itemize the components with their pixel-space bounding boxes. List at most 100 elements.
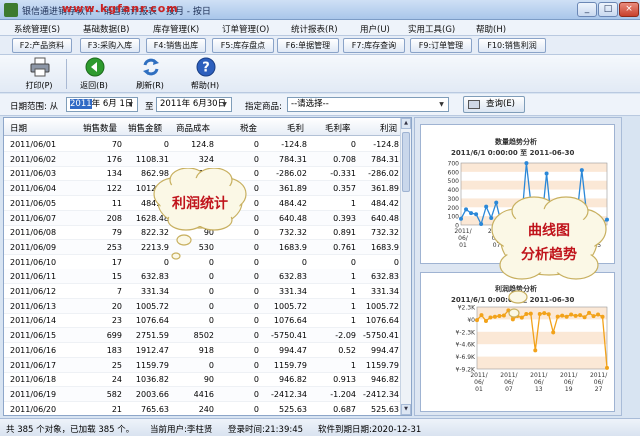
back-button[interactable]: 返回(B) [74, 56, 114, 92]
table-cell: 361.89 [279, 184, 307, 194]
x-tick-label: 2011/06/01 [454, 228, 472, 249]
col-sales-amount[interactable]: 销售金额 [128, 122, 162, 134]
product-select-value: --请选择-- [291, 99, 329, 109]
table-cell: 0 [253, 184, 259, 194]
data-point [474, 212, 479, 217]
chevron-down-icon[interactable]: ▼ [125, 99, 136, 110]
y-tick-label: 700 [448, 161, 460, 168]
fkey-documents[interactable]: F6:单据管理 [277, 38, 339, 53]
col-gross-profit[interactable]: 毛利 [287, 122, 304, 134]
table-cell: 2011/06/15 [10, 331, 57, 341]
table-cell: 1 [350, 272, 356, 282]
table-cell: 784.31 [279, 154, 307, 164]
menu-orders[interactable]: 订单管理(O) [222, 23, 269, 35]
chevron-down-icon[interactable]: ▼ [219, 99, 230, 110]
print-button[interactable]: 打印(P) [19, 56, 59, 92]
refresh-button[interactable]: 刷新(R) [130, 56, 170, 92]
menu-basic-data[interactable]: 基础数据(B) [83, 23, 129, 35]
table-cell: 784.31 [371, 154, 399, 164]
fkey-sales-profit[interactable]: F10:销售利润 [478, 38, 546, 53]
table-row[interactable]: 2011/06/12 7 331.34 0 0 331.34 1 331.34 [4, 284, 401, 299]
toolbar-separator [66, 59, 67, 89]
table-cell: 25 [111, 360, 122, 370]
table-row[interactable]: 2011/06/18 24 1036.82 90 0 946.82 0.913 946.82 [4, 372, 401, 388]
col-profit[interactable]: 利润 [380, 122, 397, 134]
col-sales-qty[interactable]: 销售数量 [83, 122, 117, 134]
scroll-down-icon[interactable]: ▼ [401, 404, 411, 415]
table-row[interactable]: 2011/06/19 582 2003.66 4416 0 -2412.34 -1.204-… [4, 386, 401, 402]
query-label: 查询(E) [486, 99, 516, 109]
table-row[interactable]: 2011/06/13 20 1005.72 0 0 1005.72 1 1005.72 [4, 298, 401, 314]
table-row[interactable]: 2011/06/11 15 632.83 0 0 632.83 1 632.83 [4, 269, 401, 285]
table-cell: 2011/06/03 [10, 169, 57, 179]
refresh-icon [143, 58, 159, 76]
close-button[interactable]: × [619, 2, 639, 17]
scroll-thumb[interactable] [402, 132, 410, 192]
menu-users[interactable]: 用户(U) [360, 23, 390, 35]
menu-inventory[interactable]: 库存管理(K) [153, 23, 199, 35]
table-cell: 946.82 [279, 375, 307, 385]
status-login-time: 登录时间:21:39:45 [228, 425, 304, 435]
query-icon [468, 100, 480, 109]
fkey-products[interactable]: F2:产品资料 [12, 38, 72, 53]
table-cell: 240 [198, 404, 214, 414]
help-button[interactable]: ? 帮助(H) [185, 56, 225, 92]
menu-help[interactable]: 帮助(H) [476, 23, 506, 35]
date-to-picker[interactable]: 2011年 6月30日 ▼ [156, 97, 232, 112]
table-cell: 1 [350, 360, 356, 370]
table-cell: 1683.9 [371, 242, 399, 252]
table-cell: 0 [253, 404, 259, 414]
table-cell: 0.708 [333, 154, 356, 164]
scroll-up-icon[interactable]: ▲ [401, 118, 411, 129]
product-select[interactable]: --请选择-- ▼ [287, 97, 449, 112]
table-cell: 253 [106, 242, 122, 252]
fkey-stock-query[interactable]: F7:库存查询 [343, 38, 405, 53]
col-cost[interactable]: 商品成本 [176, 122, 210, 134]
table-cell: 2011/06/20 [10, 404, 57, 414]
table-cell: 0 [253, 169, 259, 179]
table-cell: 632.83 [141, 272, 169, 282]
table-cell: 70 [111, 140, 122, 149]
col-margin[interactable]: 毛利率 [325, 122, 351, 134]
col-tax[interactable]: 税金 [240, 122, 257, 134]
table-cell: 0 [253, 198, 259, 208]
table-cell: 0 [350, 257, 356, 267]
menu-tools[interactable]: 实用工具(G) [408, 23, 455, 35]
y-tick-label: ¥0 [467, 317, 475, 324]
table-cell: 525.63 [371, 404, 399, 414]
fkey-sales-out[interactable]: F4:销售出库 [146, 38, 206, 53]
maximize-button[interactable]: □ [598, 2, 618, 17]
y-tick-label: 100 [448, 214, 460, 221]
query-button[interactable]: 查询(E) [463, 96, 525, 113]
table-row[interactable]: 2011/06/15 699 2751.59 8502 0 -5750.41 -2.09 -5… [4, 328, 401, 344]
chevron-down-icon[interactable]: ▼ [436, 99, 447, 110]
table-cell: 2011/06/05 [10, 198, 57, 208]
x-tick-label: 2011/06/19 [560, 372, 578, 393]
minimize-button[interactable]: _ [577, 2, 597, 17]
menu-system[interactable]: 系统管理(S) [14, 23, 60, 35]
table-cell: 1683.9 [279, 242, 307, 252]
table-cell: 640.48 [279, 213, 307, 223]
table-row[interactable]: 2011/06/20 21 765.63 240 0 525.63 0.687 525.63 [4, 402, 401, 415]
table-cell: 2011/06/08 [10, 228, 57, 238]
table-row[interactable]: 2011/06/14 23 1076.64 0 0 1076.64 1 1076.64 [4, 313, 401, 329]
table-row[interactable]: 2011/06/16 183 1912.47 918 0 994.47 0.52 994.47 [4, 343, 401, 358]
table-row[interactable]: 2011/06/01 70 0 124.8 0 -124.8 0 -124.8 [4, 137, 401, 152]
menu-reports[interactable]: 统计报表(R) [291, 23, 338, 35]
fkey-stocktake[interactable]: F5:库存盘点 [212, 38, 274, 53]
fkey-purchase[interactable]: F3:采购入库 [80, 38, 140, 53]
table-scrollbar[interactable]: ▲ ▼ [400, 118, 411, 415]
fkey-order-manage[interactable]: F9:订单管理 [410, 38, 472, 53]
table-cell: 0 [253, 257, 259, 267]
date-from-picker[interactable]: 2011年 6月 1日 ▼ [66, 97, 138, 112]
table-row[interactable]: 2011/06/02 176 1108.31 324 0 784.31 0.708 784.3… [4, 151, 401, 167]
table-cell: 1076.64 [135, 316, 169, 326]
table-cell: 361.89 [371, 184, 399, 194]
table-row[interactable]: 2011/06/17 25 1159.79 0 0 1159.79 1 1159.79 [4, 357, 401, 373]
table-cell: 2011/06/19 [10, 389, 57, 399]
table-cell: 1076.64 [273, 316, 307, 326]
table-cell: -124.8 [281, 140, 307, 149]
table-cell: 994.47 [371, 345, 399, 355]
table-cell: 1 [350, 316, 356, 326]
col-date[interactable]: 日期 [10, 122, 27, 134]
